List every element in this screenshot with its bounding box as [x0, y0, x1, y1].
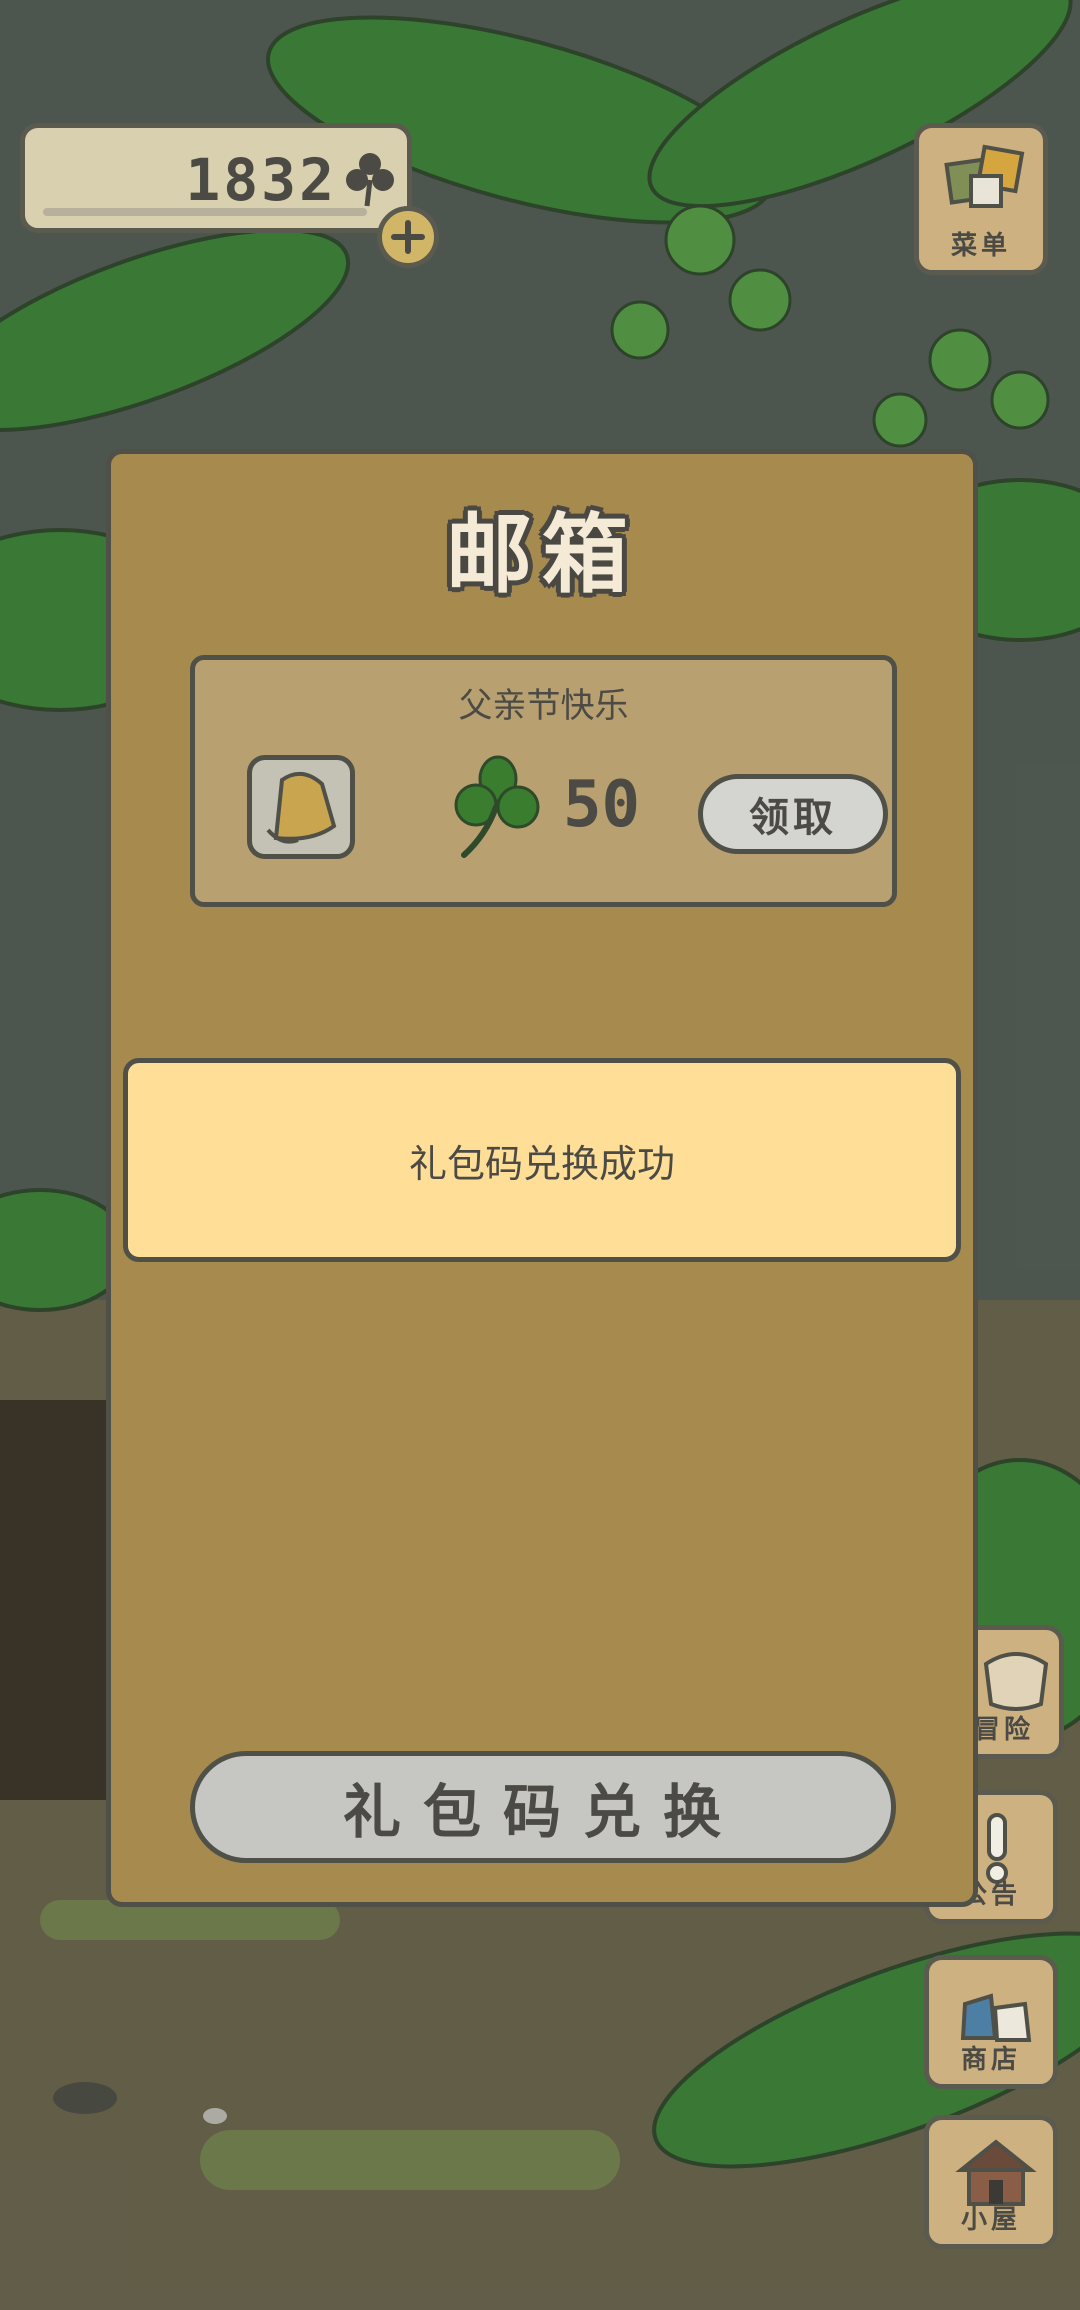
mail-item: 父亲节快乐 50 领取	[190, 655, 897, 907]
mail-subject: 父亲节快乐	[458, 686, 629, 726]
redeem-code-button[interactable]: 礼包码兑换	[190, 1751, 896, 1863]
clover-icon	[346, 153, 394, 207]
clover-count: 1832	[185, 146, 337, 214]
bell-icon	[247, 755, 355, 859]
shop-button[interactable]: 商店	[924, 1955, 1058, 2089]
menu-icon	[944, 144, 1025, 208]
clover-icon	[454, 755, 540, 858]
shop-label: 商店	[960, 2045, 1021, 2075]
counter-underline	[43, 208, 367, 216]
clover-counter: 1832	[20, 123, 412, 233]
reward-amount: 50	[563, 768, 641, 842]
toast-message: 礼包码兑换成功	[123, 1058, 961, 1262]
add-clover-button[interactable]	[377, 206, 439, 268]
mailbox-dialog: 邮箱 父亲节快乐 50 领取 礼包码兑换成功 礼包码兑换	[106, 449, 978, 1907]
dialog-title: 邮箱	[446, 505, 638, 605]
menu-label: 菜单	[950, 231, 1011, 261]
house-label: 小屋	[960, 2205, 1021, 2235]
menu-button[interactable]: 菜单	[914, 123, 1048, 275]
house-button[interactable]: 小屋	[924, 2115, 1058, 2249]
plus-icon	[391, 220, 425, 254]
claim-button[interactable]: 领取	[698, 774, 888, 854]
